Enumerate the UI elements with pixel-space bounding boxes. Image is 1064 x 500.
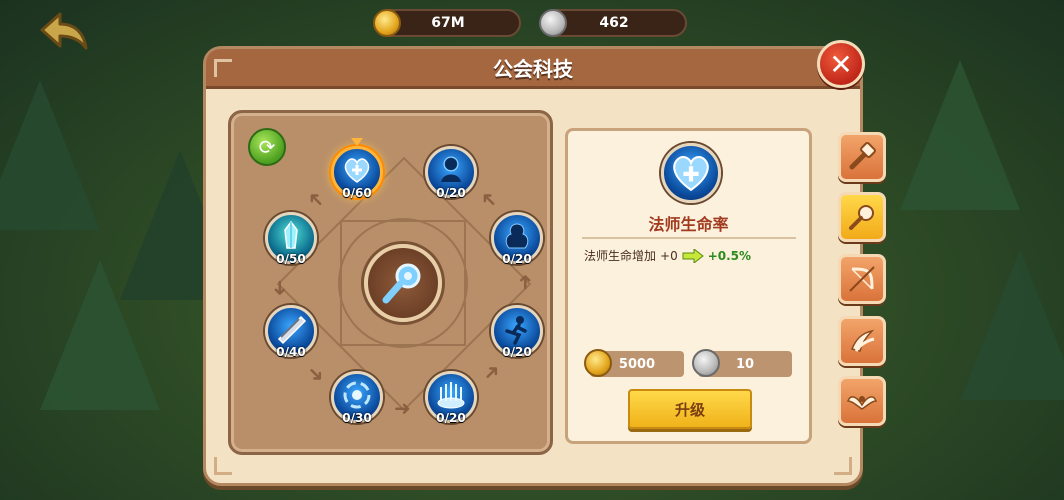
crystal-pillar-icon	[275, 220, 307, 252]
tech-node-mage-pillar[interactable]: 0/50	[265, 212, 317, 266]
tech-node-mage-summon[interactable]: 0/20	[425, 146, 477, 200]
blade-icon	[275, 313, 307, 345]
gold-cost-amount: 5000	[618, 356, 656, 372]
tab-wings[interactable]	[838, 376, 886, 426]
node-progress: 0/20	[502, 345, 532, 359]
stone-icon	[539, 9, 567, 37]
back-button[interactable]	[40, 10, 88, 50]
tech-detail-panel: 法师生命率 法师生命增加 +0 +0.5% 5000 10 升级	[565, 128, 812, 444]
corner-ornament	[214, 59, 232, 77]
node-progress: 0/20	[436, 186, 466, 200]
selected-tech-icon	[661, 143, 721, 203]
heart-plus-icon	[673, 155, 709, 192]
background-tree	[960, 250, 1064, 400]
tech-node-mage-dark[interactable]: 0/20	[491, 212, 543, 266]
gold-coin-icon	[584, 349, 612, 377]
tab-hammer[interactable]	[838, 132, 886, 182]
tab-bow[interactable]	[838, 254, 886, 304]
path-arrow: ➜	[268, 279, 293, 297]
gold-coin-icon	[373, 9, 401, 37]
tech-node-mage-sprint[interactable]: 0/20	[491, 305, 543, 359]
stone-cost-amount: 10	[735, 356, 755, 372]
path-arrow: ➜	[394, 396, 411, 420]
upgrade-arrow-icon	[682, 248, 704, 263]
stat-label: 法师生命增加	[584, 249, 657, 263]
close-icon: ✕	[829, 47, 853, 81]
silhouette-icon	[435, 154, 467, 186]
panel-header: 公会科技	[206, 49, 860, 89]
stone-cost: 10	[692, 349, 792, 377]
stone-amount: 462	[599, 15, 629, 31]
stat-next: +0.5%	[707, 248, 752, 263]
vortex-icon	[341, 379, 373, 411]
divider	[582, 237, 796, 239]
tab-wand[interactable]	[838, 192, 886, 242]
stone-icon	[692, 349, 720, 377]
tech-name: 法师生命率	[648, 215, 729, 234]
tab-claw[interactable]	[838, 316, 886, 366]
reset-button[interactable]: ⟳	[248, 128, 286, 166]
gold-cost: 5000	[584, 349, 684, 377]
stat-row: 法师生命增加 +0 +0.5%	[584, 247, 804, 264]
tech-node-mage-aura[interactable]: 0/20	[425, 371, 477, 425]
path-arrow: ➜	[512, 273, 537, 291]
selected-marker	[351, 138, 363, 146]
claw-icon	[850, 329, 875, 352]
node-progress: 0/50	[276, 252, 306, 266]
center-class-emblem	[364, 244, 442, 322]
tech-node-mage-spin[interactable]: 0/30	[331, 371, 383, 425]
runner-icon	[501, 313, 533, 345]
background-tree	[900, 60, 1020, 210]
light-pillar-icon	[435, 379, 467, 411]
tech-node-mage-blade[interactable]: 0/40	[265, 305, 317, 359]
gold-counter: 67M	[373, 9, 521, 37]
stone-counter: 462	[539, 9, 687, 37]
corner-ornament	[214, 457, 232, 475]
close-button[interactable]: ✕	[817, 40, 865, 88]
heart-plus-icon	[341, 154, 373, 186]
upgrade-button[interactable]: 升级	[628, 389, 752, 429]
bow-icon	[849, 266, 875, 292]
background-tree	[0, 80, 100, 230]
wand-icon	[382, 263, 421, 304]
refresh-icon: ⟳	[258, 135, 276, 159]
node-progress: 0/20	[502, 252, 532, 266]
node-progress: 0/60	[342, 186, 372, 200]
panel-title: 公会科技	[493, 57, 573, 81]
gold-amount: 67M	[431, 15, 465, 31]
back-arrow-icon	[40, 12, 88, 50]
node-progress: 0/30	[342, 411, 372, 425]
stat-current: +0	[660, 248, 678, 263]
tech-node-mage-hp[interactable]: 0/60	[331, 138, 383, 200]
node-progress: 0/40	[276, 345, 306, 359]
wand-icon	[849, 205, 874, 230]
dark-figure-icon	[501, 220, 533, 252]
wings-icon	[846, 396, 878, 410]
node-progress: 0/20	[436, 411, 466, 425]
hammer-icon	[849, 142, 876, 170]
corner-ornament	[834, 457, 852, 475]
